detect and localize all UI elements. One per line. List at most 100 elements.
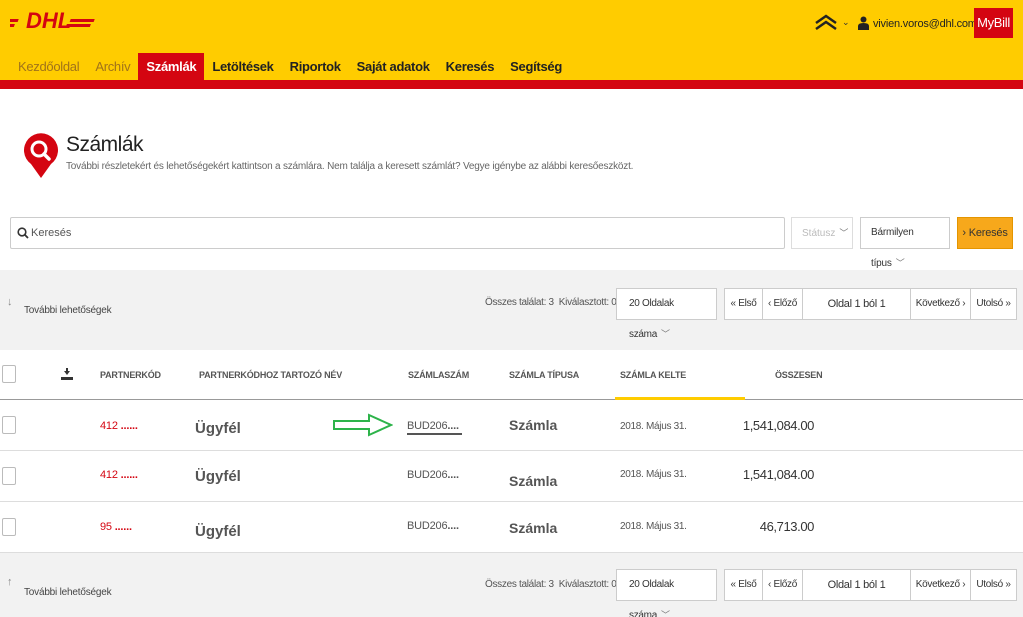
annotation-arrow-icon: [333, 413, 393, 437]
invoice-type: Számla: [509, 520, 558, 536]
first-page-button[interactable]: « Első: [725, 570, 763, 600]
last-page-button[interactable]: Utolsó »: [971, 289, 1016, 319]
download-icon[interactable]: [60, 367, 74, 381]
nav-invoices[interactable]: Számlák: [138, 53, 205, 80]
invoice-date: 2018. Május 31.: [620, 469, 687, 480]
type-filter-label: Bármilyen típus: [871, 227, 914, 269]
invoice-total: 46,713.00: [759, 519, 815, 534]
row-checkbox[interactable]: [2, 416, 16, 434]
results-count: Összes találat: 3 Kiválasztott: 0: [485, 579, 617, 590]
sort-indicator: [615, 397, 745, 400]
invoice-number-underline: [407, 433, 462, 435]
dhl-logo-graphic: DHL: [3, 8, 95, 33]
invoice-number-link[interactable]: BUD206....: [407, 469, 459, 481]
table-row[interactable]: 95 ...... Ügyfél BUD206.... Számla 2018.…: [0, 503, 1023, 553]
dhl-logo-text: DHL: [26, 10, 71, 32]
dhl-logo[interactable]: DHL: [3, 8, 100, 33]
first-page-button[interactable]: « Első: [725, 289, 763, 319]
prev-page-button[interactable]: ‹ Előző: [763, 289, 803, 319]
status-filter-select[interactable]: Státusz ﹀: [791, 217, 853, 249]
search-pin-icon: [24, 133, 58, 178]
account-switch-icon[interactable]: [814, 14, 838, 32]
pagination: « Első ‹ Előző Oldal 1 ból 1 Következő ›…: [724, 569, 1017, 601]
invoice-number-mask: ....: [447, 520, 459, 532]
type-filter-select[interactable]: Bármilyen típus ﹀: [860, 217, 950, 269]
header-red-stripe: [0, 80, 1023, 89]
partner-code-value: 412: [100, 469, 118, 481]
partner-code-mask: ......: [120, 469, 138, 481]
nav-reports[interactable]: Riportok: [282, 53, 349, 80]
table-row[interactable]: 412 ...... Ügyfél BUD206.... Számla 2018…: [0, 401, 1023, 451]
col-invoice-number[interactable]: SZÁMLASZÁM: [408, 370, 469, 380]
invoice-number-value: BUD206: [407, 420, 448, 432]
invoice-date: 2018. Május 31.: [620, 521, 687, 532]
invoice-number-value: BUD206: [407, 520, 448, 532]
search-input[interactable]: [31, 218, 771, 248]
col-total[interactable]: ÖSSZESEN: [775, 370, 823, 380]
nav-help[interactable]: Segítség: [502, 53, 570, 80]
page-indicator: Oldal 1 ból 1: [803, 289, 911, 319]
row-checkbox[interactable]: [2, 467, 16, 485]
nav-my-data[interactable]: Saját adatok: [349, 53, 438, 80]
col-invoice-date[interactable]: SZÁMLA KELTE: [620, 370, 686, 380]
invoice-type: Számla: [509, 417, 558, 433]
partner-code-mask: ......: [120, 420, 138, 432]
selected-count: Kiválasztott: 0: [558, 579, 617, 590]
account-switch-caret[interactable]: ⌄: [842, 17, 850, 28]
mybill-button[interactable]: MyBill: [974, 8, 1013, 38]
chevron-down-icon: ﹀: [895, 258, 905, 268]
invoice-number-value: BUD206: [407, 469, 448, 481]
invoice-type: Számla: [509, 473, 558, 489]
last-page-button[interactable]: Utolsó »: [971, 570, 1016, 600]
more-options-link[interactable]: További lehetőségek: [24, 587, 112, 598]
table-row[interactable]: 412 ...... Ügyfél BUD206.... Számla 2018…: [0, 452, 1023, 502]
col-invoice-type[interactable]: SZÁMLA TÍPUSA: [509, 370, 579, 380]
invoice-date: 2018. Május 31.: [620, 421, 687, 432]
user-menu[interactable]: vivien.voros@dhl.com ⌄: [873, 17, 989, 30]
search-field[interactable]: [10, 217, 785, 249]
partner-code[interactable]: 412 ......: [100, 469, 138, 481]
select-all-checkbox[interactable]: [2, 365, 16, 383]
partner-code[interactable]: 95 ......: [100, 521, 132, 533]
total-count: Összes találat: 3: [485, 297, 554, 308]
user-email: vivien.voros@dhl.com: [873, 18, 977, 30]
next-page-button[interactable]: Következő ›: [911, 289, 971, 319]
nav-search[interactable]: Keresés: [438, 53, 503, 80]
row-checkbox[interactable]: [2, 518, 16, 536]
col-partner-code[interactable]: PARTNERKÓD: [100, 370, 161, 380]
page-indicator: Oldal 1 ból 1: [803, 570, 911, 600]
invoice-number-link[interactable]: BUD206....: [407, 420, 459, 432]
invoice-number-link[interactable]: BUD206....: [407, 520, 459, 532]
arrow-up-icon: ↑: [7, 576, 13, 588]
user-icon: [858, 16, 869, 30]
chevron-down-icon: ﹀: [839, 228, 849, 238]
main-nav: Kezdőoldal Archív Számlák Letöltések Rip…: [10, 53, 570, 80]
chevron-down-icon: ﹀: [660, 610, 670, 617]
search-button-chevron: ›: [962, 227, 966, 239]
next-page-button[interactable]: Következő ›: [911, 570, 971, 600]
invoice-number-mask: ....: [447, 420, 459, 432]
nav-downloads[interactable]: Letöltések: [204, 53, 281, 80]
invoice-total: 1,541,084.00: [742, 467, 815, 482]
partner-code[interactable]: 412 ......: [100, 420, 138, 432]
selected-count: Kiválasztott: 0: [558, 297, 617, 308]
per-page-select[interactable]: 20 Oldalak száma ﹀: [616, 569, 717, 617]
col-partner-name[interactable]: PARTNERKÓDHOZ TARTOZÓ NÉV: [199, 370, 342, 380]
nav-archive[interactable]: Archív: [87, 53, 138, 80]
per-page-select[interactable]: 20 Oldalak száma ﹀: [616, 288, 717, 340]
search-icon: [17, 227, 29, 239]
pagination: « Első ‹ Előző Oldal 1 ból 1 Következő ›…: [724, 288, 1017, 320]
table-header: PARTNERKÓD PARTNERKÓDHOZ TARTOZÓ NÉV SZÁ…: [0, 350, 1023, 400]
nav-home[interactable]: Kezdőoldal: [10, 53, 87, 80]
partner-name: Ügyfél: [195, 420, 241, 437]
search-button-label: Keresés: [968, 227, 1008, 239]
status-filter-label: Státusz: [802, 228, 836, 239]
total-count: Összes találat: 3: [485, 579, 554, 590]
invoice-number-mask: ....: [447, 469, 459, 481]
results-count: Összes találat: 3 Kiválasztott: 0: [485, 297, 617, 308]
search-button[interactable]: › Keresés: [957, 217, 1013, 249]
page-title: Számlák: [66, 133, 144, 156]
partner-code-value: 95: [100, 521, 112, 533]
more-options-link[interactable]: További lehetőségek: [24, 305, 112, 316]
prev-page-button[interactable]: ‹ Előző: [763, 570, 803, 600]
